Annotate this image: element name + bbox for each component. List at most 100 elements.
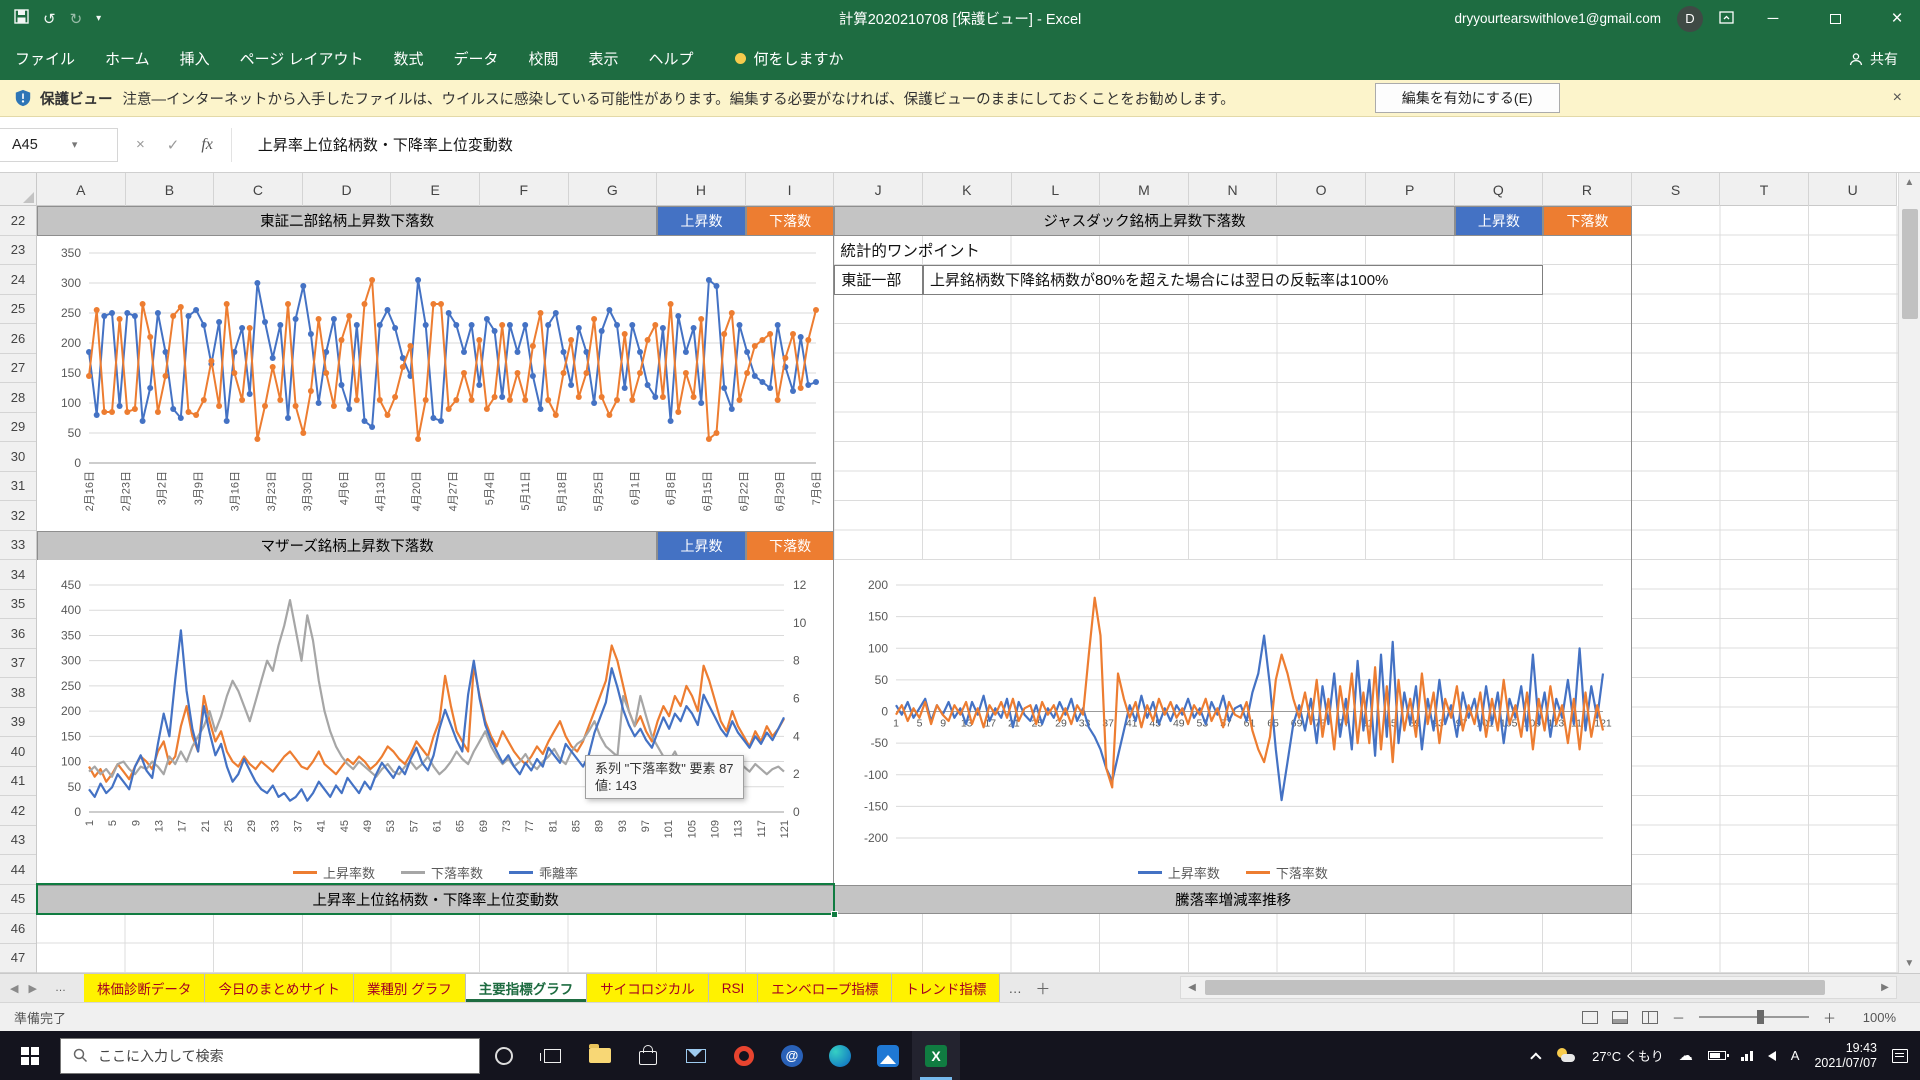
start-button[interactable] xyxy=(0,1031,60,1080)
task-view-icon[interactable] xyxy=(528,1031,576,1080)
scroll-up-icon[interactable]: ▲ xyxy=(1899,177,1920,188)
band-mothers-title[interactable]: マザーズ銘柄上昇数下落数 xyxy=(37,531,657,561)
sheet-more-left[interactable]: … xyxy=(47,982,74,994)
normal-view-icon[interactable] xyxy=(1582,1011,1598,1024)
tosho2-down-cell[interactable]: 下落数 xyxy=(746,206,835,236)
column-header[interactable]: P xyxy=(1366,173,1455,206)
ribbon-tab[interactable]: 表示 xyxy=(574,37,634,80)
jasdaq-up-cell[interactable]: 上昇数 xyxy=(1455,206,1544,236)
excel-taskbar-icon[interactable]: X xyxy=(912,1031,960,1080)
browser-icon[interactable] xyxy=(720,1031,768,1080)
microsoft-store-icon[interactable] xyxy=(624,1031,672,1080)
maximize-button[interactable] xyxy=(1812,0,1858,37)
row-header[interactable]: 39 xyxy=(0,708,36,738)
column-header[interactable]: Q xyxy=(1455,173,1544,206)
row-header[interactable]: 27 xyxy=(0,354,36,384)
battery-icon[interactable] xyxy=(1708,1051,1726,1060)
sheet-nav-left-icon[interactable]: ◀ xyxy=(10,982,18,995)
vertical-scrollbar[interactable]: ▲ ▼ xyxy=(1898,173,1920,973)
row-header[interactable]: 45 xyxy=(0,885,36,915)
band-tosho2-title[interactable]: 東証二部銘柄上昇数下落数 xyxy=(37,206,657,236)
ribbon-tab[interactable]: データ xyxy=(438,37,513,80)
tosho2-up-cell[interactable]: 上昇数 xyxy=(657,206,746,236)
row-header[interactable]: 26 xyxy=(0,324,36,354)
ribbon-display-options-icon[interactable] xyxy=(1719,11,1734,27)
column-header[interactable]: B xyxy=(126,173,215,206)
add-sheet-icon[interactable]: ＋ xyxy=(1030,974,1056,1002)
row-header[interactable]: 40 xyxy=(0,737,36,767)
row-header[interactable]: 36 xyxy=(0,619,36,649)
undo-icon[interactable]: ↺ xyxy=(43,10,56,28)
row-header[interactable]: 25 xyxy=(0,295,36,325)
tell-me-assistant[interactable]: 何をしますか xyxy=(735,48,844,69)
band-jasdaq-title[interactable]: ジャスダック銘柄上昇数下落数 xyxy=(834,206,1454,236)
row-header[interactable]: 22 xyxy=(0,206,36,236)
column-header[interactable]: R xyxy=(1543,173,1632,206)
cell-one-point[interactable]: 統計的ワンポイント xyxy=(834,236,1134,266)
sheet-more-right[interactable]: … xyxy=(1000,974,1030,1002)
ribbon-tab[interactable]: 挿入 xyxy=(165,37,225,80)
onedrive-cloud-icon[interactable]: ☁ xyxy=(1679,1047,1693,1064)
close-button[interactable]: × xyxy=(1874,0,1920,37)
row-header[interactable]: 47 xyxy=(0,944,36,974)
ime-indicator[interactable]: A xyxy=(1791,1048,1800,1063)
chart-tourakuritsu[interactable]: -200-150-100-500501001502001591317212529… xyxy=(834,560,1631,885)
zoom-slider-thumb[interactable] xyxy=(1757,1010,1764,1024)
enter-check-icon[interactable]: ✓ xyxy=(167,136,180,154)
cortana-icon[interactable] xyxy=(480,1031,528,1080)
column-header[interactable]: C xyxy=(214,173,303,206)
insert-function-icon[interactable]: fx xyxy=(201,136,213,154)
minimize-button[interactable]: ─ xyxy=(1750,0,1796,37)
column-header[interactable]: G xyxy=(569,173,658,206)
mail-icon[interactable] xyxy=(672,1031,720,1080)
zoom-slider[interactable] xyxy=(1699,1016,1809,1018)
row-header[interactable]: 46 xyxy=(0,914,36,944)
zoom-out-icon[interactable]: － xyxy=(1672,1008,1685,1027)
ribbon-tab[interactable]: 数式 xyxy=(378,37,438,80)
column-header[interactable]: I xyxy=(746,173,835,206)
column-header[interactable]: J xyxy=(834,173,923,206)
name-box-dropdown-icon[interactable]: ▾ xyxy=(72,138,78,151)
horizontal-scrollbar[interactable]: ◀ ▶ xyxy=(1180,976,1897,999)
column-header[interactable]: S xyxy=(1632,173,1721,206)
sheet-tab[interactable]: エンベロープ指標 xyxy=(758,974,892,1002)
hidden-icons-chevron-icon[interactable] xyxy=(1530,1052,1541,1063)
action-center-icon[interactable] xyxy=(1892,1049,1908,1063)
formula-input[interactable]: 上昇率上位銘柄数・下降率上位変動数 xyxy=(232,134,513,155)
row-header[interactable]: 44 xyxy=(0,855,36,885)
column-header[interactable]: K xyxy=(923,173,1012,206)
column-header[interactable]: O xyxy=(1277,173,1366,206)
mothers-up-cell[interactable]: 上昇数 xyxy=(657,531,746,561)
page-break-view-icon[interactable] xyxy=(1642,1011,1658,1024)
file-explorer-icon[interactable] xyxy=(576,1031,624,1080)
row-header[interactable]: 32 xyxy=(0,501,36,531)
taskbar-search-input[interactable]: ここに入力して検索 xyxy=(60,1038,480,1074)
row-header[interactable]: 38 xyxy=(0,678,36,708)
ribbon-tab[interactable]: ホーム xyxy=(90,37,165,80)
photos-icon[interactable] xyxy=(864,1031,912,1080)
ribbon-tab[interactable]: ヘルプ xyxy=(634,37,709,80)
sheet-nav-right-icon[interactable]: ▶ xyxy=(28,982,36,995)
band-right-bottom-title[interactable]: 騰落率増減率推移 xyxy=(834,885,1631,915)
row-header[interactable]: 35 xyxy=(0,590,36,620)
redo-icon[interactable]: ↻ xyxy=(70,10,83,28)
row-header[interactable]: 37 xyxy=(0,649,36,679)
scroll-left-icon[interactable]: ◀ xyxy=(1181,982,1203,993)
share-button[interactable]: 共有 xyxy=(1849,49,1920,69)
column-header[interactable]: N xyxy=(1189,173,1278,206)
sheet-tab[interactable]: サイコロジカル xyxy=(587,974,709,1002)
row-header[interactable]: 28 xyxy=(0,383,36,413)
enable-editing-button[interactable]: 編集を有効にする(E) xyxy=(1375,83,1560,113)
row-header[interactable]: 31 xyxy=(0,472,36,502)
horizontal-scroll-thumb[interactable] xyxy=(1205,980,1825,995)
row-header[interactable]: 24 xyxy=(0,265,36,295)
select-all-corner[interactable] xyxy=(0,173,37,206)
row-header[interactable]: 41 xyxy=(0,767,36,797)
save-icon[interactable] xyxy=(14,9,29,28)
sheet-tab[interactable]: RSI xyxy=(709,974,759,1002)
weather-text[interactable]: 27°C くもり xyxy=(1592,1046,1664,1065)
cell-note[interactable]: 上昇銘柄数下降銘柄数が80%を超えた場合には翌日の反転率は100% xyxy=(923,265,1543,295)
ribbon-tab[interactable]: 校閲 xyxy=(514,37,574,80)
column-header[interactable]: E xyxy=(391,173,480,206)
taskbar-clock[interactable]: 19:43 2021/07/07 xyxy=(1814,1041,1877,1071)
